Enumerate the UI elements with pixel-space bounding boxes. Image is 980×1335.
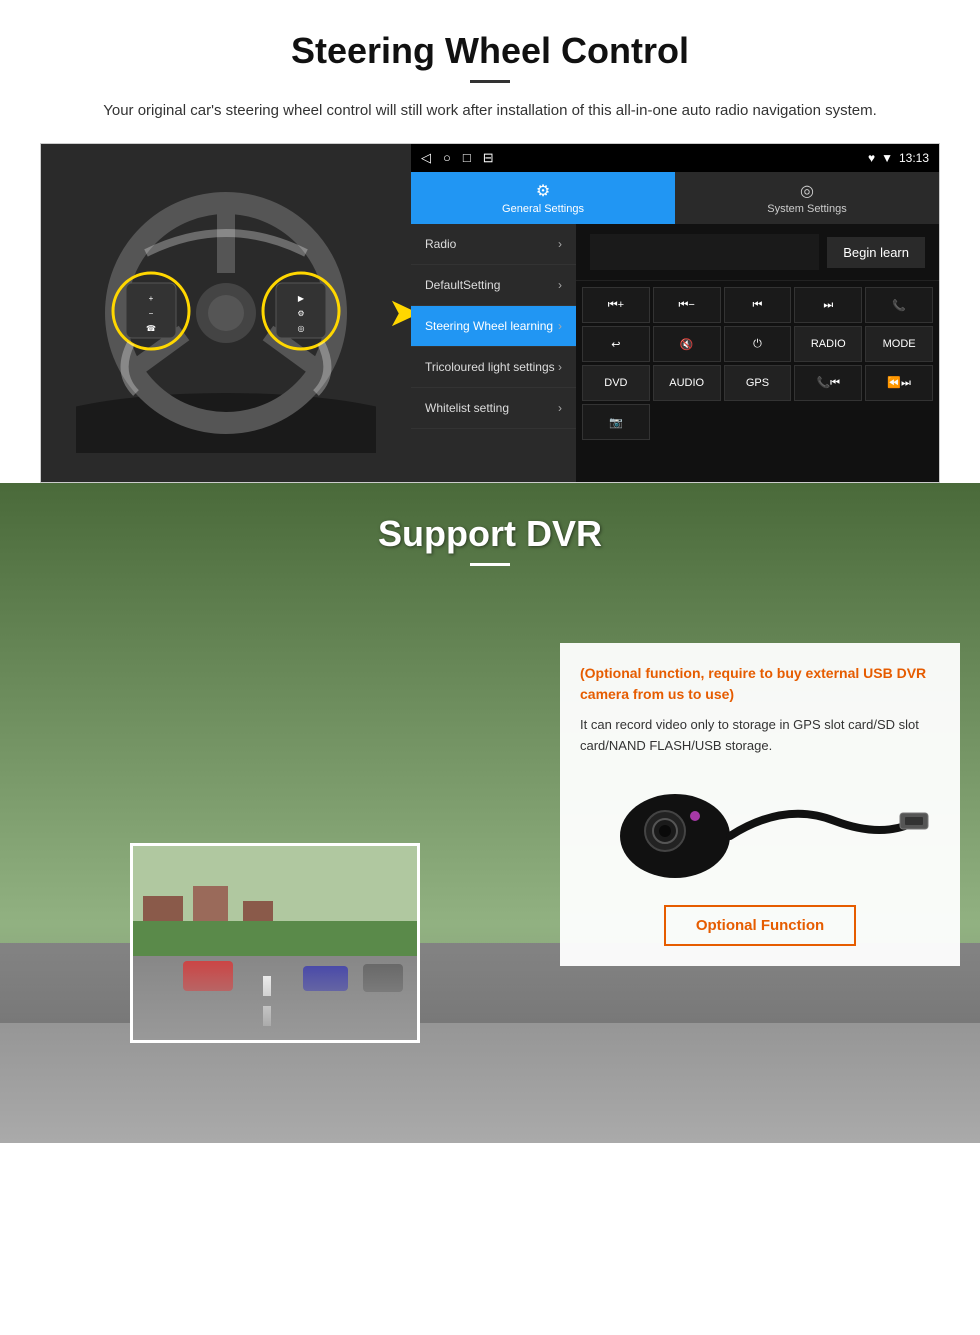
tab-system-label: System Settings [767, 203, 846, 215]
phone-prev-button[interactable]: 📞⏮ [794, 365, 862, 401]
phone-button[interactable]: 📞 [865, 287, 933, 323]
begin-learn-button[interactable]: Begin learn [827, 237, 925, 268]
vol-down-icon: ⏮− [679, 299, 695, 312]
nav-buttons: ◁ ○ □ ⊟ [421, 150, 494, 166]
time-display: 13:13 [899, 151, 929, 165]
dvr-footage-thumbnail [130, 843, 420, 1043]
svg-text:☎: ☎ [146, 324, 156, 333]
right-panel: Begin learn ⏮+ ⏮− ⏮ ⏭ 📞 ↩ 🔇 ⏻ [576, 224, 939, 482]
gps-button[interactable]: GPS [724, 365, 792, 401]
main-content: Radio › DefaultSetting › Steering Wheel … [411, 224, 939, 482]
power-icon: ⏻ [753, 338, 762, 351]
system-icon: ◎ [800, 181, 814, 201]
whitelist-chevron-icon: › [558, 401, 562, 415]
settings-icon: ⚙ [536, 181, 550, 201]
tricolour-chevron-icon: › [558, 360, 562, 374]
vol-down-button[interactable]: ⏮− [653, 287, 721, 323]
menu-radio-label: Radio [425, 237, 456, 251]
menu-whitelist-label: Whitelist setting [425, 401, 509, 415]
dvr-info-card: (Optional function, require to buy exter… [560, 643, 960, 966]
dvr-description: It can record video only to storage in G… [580, 715, 940, 757]
menu-item-tricolour[interactable]: Tricoloured light settings › [411, 347, 576, 388]
svg-text:−: − [149, 309, 154, 318]
control-button-grid: ⏮+ ⏮− ⏮ ⏭ 📞 ↩ 🔇 ⏻ RADIO MODE DVD AUDIO [576, 281, 939, 446]
mute-icon: 🔇 [680, 338, 694, 351]
audio-button[interactable]: AUDIO [653, 365, 721, 401]
dvr-background: Support DVR [0, 483, 980, 1143]
steering-chevron-icon: › [558, 319, 562, 333]
learn-spacer [590, 234, 819, 270]
dvd-label: DVD [604, 377, 627, 389]
svg-text:▶: ▶ [298, 294, 305, 303]
camera-button[interactable]: 📷 [582, 404, 650, 440]
home-btn[interactable]: ○ [443, 150, 451, 166]
next-icon: ⏭ [823, 299, 833, 312]
back-media-button[interactable]: ↩ [582, 326, 650, 362]
rewind-ff-icon: ⏪⏭ [887, 376, 911, 390]
prev-track-button[interactable]: ⏮ [724, 287, 792, 323]
wifi-icon: ▼ [881, 151, 893, 165]
steering-description: Your original car's steering wheel contr… [60, 99, 920, 123]
optional-function-button[interactable]: Optional Function [664, 905, 856, 946]
prev-icon: ⏮ [753, 299, 763, 312]
radio-label: RADIO [811, 338, 846, 350]
android-ui: ◁ ○ □ ⊟ ♥ ▼ 13:13 ⚙ General Settings [411, 144, 939, 482]
radio-chevron-icon: › [558, 237, 562, 251]
menu-steering-label: Steering Wheel learning [425, 319, 553, 333]
begin-learn-row: Begin learn [576, 224, 939, 281]
power-button[interactable]: ⏻ [724, 326, 792, 362]
next-track-button[interactable]: ⏭ [794, 287, 862, 323]
menu-default-label: DefaultSetting [425, 278, 500, 292]
audio-label: AUDIO [669, 377, 704, 389]
mode-label: MODE [883, 338, 916, 350]
ui-panel: + − ☎ ▶ ⚙ ◎ ➤ [40, 143, 940, 483]
dvr-divider [470, 563, 510, 566]
tab-bar: ⚙ General Settings ◎ System Settings [411, 172, 939, 224]
menu-item-radio[interactable]: Radio › [411, 224, 576, 265]
tab-general-settings[interactable]: ⚙ General Settings [411, 172, 675, 224]
svg-text:⚙: ⚙ [297, 309, 304, 318]
menu-item-default[interactable]: DefaultSetting › [411, 265, 576, 306]
default-chevron-icon: › [558, 278, 562, 292]
recent-btn[interactable]: □ [463, 150, 471, 166]
dvr-optional-text: (Optional function, require to buy exter… [580, 663, 940, 705]
dvr-footage-svg [133, 846, 420, 1043]
left-menu: Radio › DefaultSetting › Steering Wheel … [411, 224, 576, 482]
tab-system-settings[interactable]: ◎ System Settings [675, 172, 939, 224]
mode-button[interactable]: MODE [865, 326, 933, 362]
camera-icon: 📷 [609, 416, 623, 429]
dvr-product-svg [585, 771, 935, 891]
vol-up-icon: ⏮+ [608, 299, 624, 312]
title-divider [470, 80, 510, 83]
menu-btn[interactable]: ⊟ [483, 150, 494, 166]
vol-up-button[interactable]: ⏮+ [582, 287, 650, 323]
dvr-product-illustration [580, 771, 940, 891]
status-icons: ♥ ▼ 13:13 [868, 151, 929, 165]
phone-icon: 📞 [892, 299, 906, 312]
signal-icon: ♥ [868, 151, 875, 165]
steering-section: Steering Wheel Control Your original car… [0, 0, 980, 483]
dvd-button[interactable]: DVD [582, 365, 650, 401]
dvr-title-block: Support DVR [0, 483, 980, 576]
menu-item-whitelist[interactable]: Whitelist setting › [411, 388, 576, 429]
steering-wheel-area: + − ☎ ▶ ⚙ ◎ ➤ [41, 144, 411, 482]
menu-item-steering[interactable]: Steering Wheel learning › [411, 306, 576, 347]
steering-wheel-svg: + − ☎ ▶ ⚙ ◎ [76, 173, 376, 453]
mute-button[interactable]: 🔇 [653, 326, 721, 362]
back-btn[interactable]: ◁ [421, 150, 431, 166]
tab-general-label: General Settings [502, 203, 584, 215]
status-bar: ◁ ○ □ ⊟ ♥ ▼ 13:13 [411, 144, 939, 172]
back-media-icon: ↩ [611, 338, 620, 351]
steering-title: Steering Wheel Control [40, 30, 940, 72]
svg-text:+: + [149, 294, 154, 303]
dvr-section: Support DVR [0, 483, 980, 1143]
radio-button[interactable]: RADIO [794, 326, 862, 362]
menu-tricolour-label: Tricoloured light settings [425, 360, 555, 374]
rewind-ff-button[interactable]: ⏪⏭ [865, 365, 933, 401]
phone-prev-icon: 📞⏮ [816, 376, 840, 390]
yellow-arrow-icon: ➤ [387, 290, 411, 336]
dvr-title: Support DVR [0, 513, 980, 555]
gps-label: GPS [746, 377, 769, 389]
svg-text:◎: ◎ [298, 324, 305, 333]
